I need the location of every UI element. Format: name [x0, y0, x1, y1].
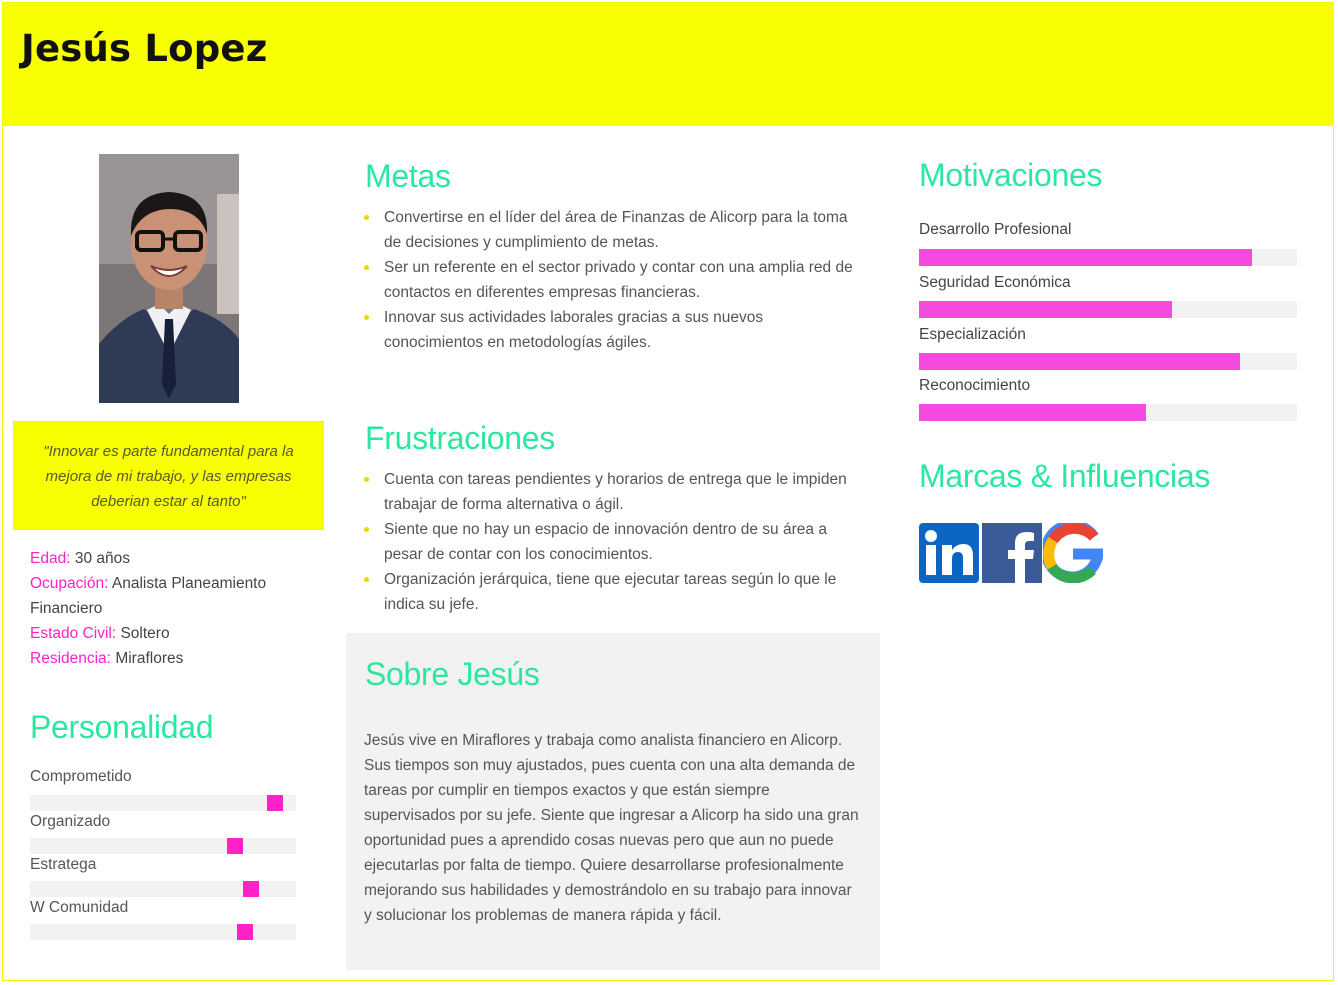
motivation-bar-fill: [919, 301, 1172, 318]
trait-slider: [30, 795, 296, 811]
motivation-label: Reconocimiento: [919, 377, 1031, 394]
fact-label: Estado Civil:: [30, 625, 117, 642]
brands-title: Marcas & Influencias: [919, 458, 1211, 494]
goals-list: Convertirse en el líder del área de Fina…: [360, 205, 860, 355]
list-item: Cuenta con tareas pendientes y horarios …: [360, 467, 860, 517]
motivation-bar-fill: [919, 404, 1146, 421]
trait-marker: [243, 881, 259, 897]
trait-label: Organizado: [30, 813, 111, 830]
motivation-label: Seguridad Económica: [919, 274, 1071, 291]
about-panel: Sobre Jesús Jesús vive en Miraflores y t…: [346, 633, 880, 970]
fact-value: Soltero: [120, 625, 170, 642]
persona-name: Jesús Lopez: [21, 27, 268, 70]
motivation-bar: [919, 249, 1297, 266]
trait-slider: [30, 881, 296, 897]
motivation-bar-fill: [919, 249, 1252, 266]
trait-label: W Comunidad: [30, 899, 129, 916]
trait-marker: [267, 795, 283, 811]
list-item: Siente que no hay un espacio de innovaci…: [360, 517, 860, 567]
fact-occupation: Ocupación: Analista Planeamiento Financi…: [30, 571, 320, 621]
persona-photo: [99, 154, 239, 403]
fact-age: Edad: 30 años: [30, 546, 320, 571]
trait-marker: [237, 924, 253, 940]
motivation-bar-fill: [919, 353, 1240, 370]
linkedin-logo: [919, 523, 979, 583]
fact-label: Ocupación:: [30, 575, 109, 592]
motivation-bar: [919, 404, 1297, 421]
about-title: Sobre Jesús: [365, 656, 540, 692]
fact-residence: Residencia: Miraflores: [30, 646, 320, 671]
frustrations-title: Frustraciones: [365, 420, 555, 456]
header-banner: Jesús Lopez: [3, 3, 1334, 126]
fact-value: 30 años: [74, 550, 130, 567]
persona-quote: "Innovar es parte fundamental para la me…: [13, 421, 324, 530]
trait-slider: [30, 838, 296, 854]
list-item: Convertirse en el líder del área de Fina…: [360, 205, 860, 255]
motivation-bar: [919, 353, 1297, 370]
goals-title: Metas: [365, 158, 451, 194]
google-logo: [1043, 523, 1103, 583]
facebook-logo: [982, 523, 1042, 583]
motivations-title: Motivaciones: [919, 157, 1103, 193]
motivation-bar: [919, 301, 1297, 318]
trait-label: Estratega: [30, 856, 97, 873]
motivation-label: Especialización: [919, 326, 1026, 343]
list-item: Organización jerárquica, tiene que ejecu…: [360, 567, 860, 617]
portrait-image: [99, 154, 239, 403]
about-text: Jesús vive en Miraflores y trabaja como …: [364, 732, 859, 924]
motivation-label: Desarrollo Profesional: [919, 221, 1072, 238]
personality-title: Personalidad: [30, 709, 214, 745]
trait-slider: [30, 924, 296, 940]
trait-marker: [227, 838, 243, 854]
frustrations-list: Cuenta con tareas pendientes y horarios …: [360, 467, 860, 617]
list-item: Ser un referente en el sector privado y …: [360, 255, 860, 305]
fact-value: Miraflores: [115, 650, 184, 667]
fact-marital-status: Estado Civil: Soltero: [30, 621, 320, 646]
fact-label: Edad:: [30, 550, 71, 567]
fact-label: Residencia:: [30, 650, 111, 667]
persona-facts: Edad: 30 años Ocupación: Analista Planea…: [30, 546, 320, 671]
list-item: Innovar sus actividades laborales gracia…: [360, 305, 860, 355]
trait-label: Comprometido: [30, 768, 132, 785]
